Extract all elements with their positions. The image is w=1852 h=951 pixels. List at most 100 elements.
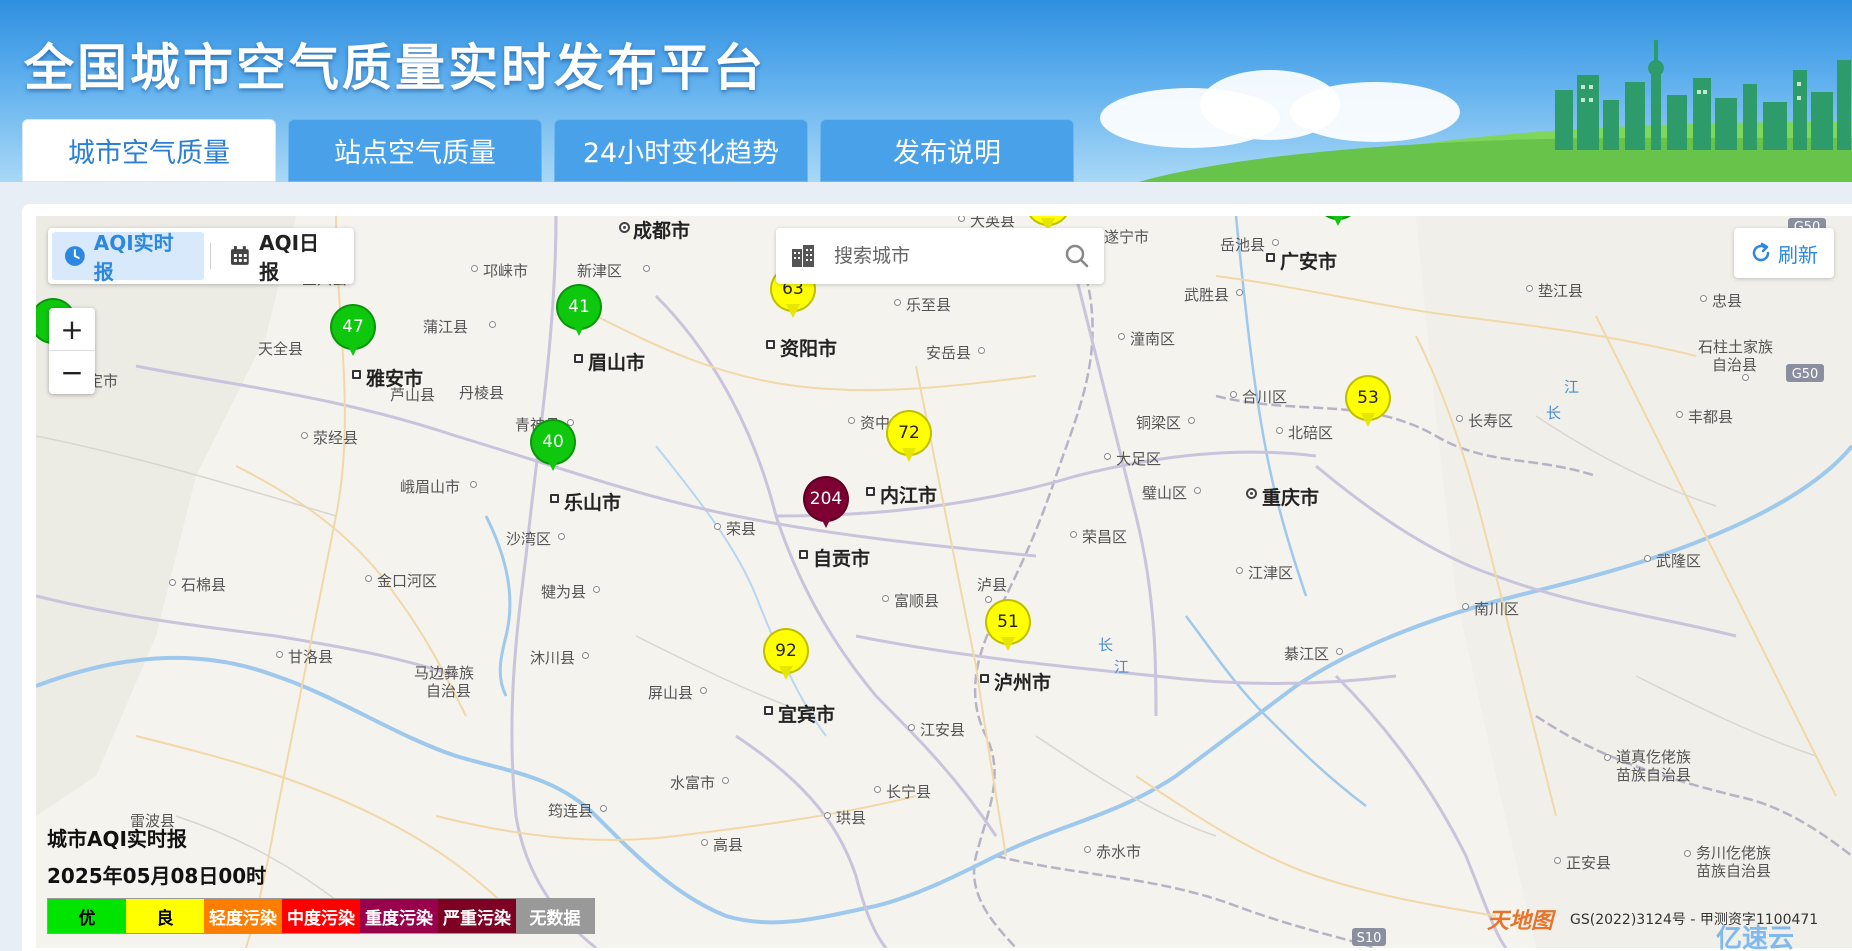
city-dot-icon	[766, 340, 775, 349]
map-canvas[interactable]: G50 G50 S10 成都市 雅安市 眉山市 资阳市 乐山市 内江市 自贡市 …	[36, 216, 1852, 948]
aqi-marker-chongqing[interactable]: 53	[1345, 375, 1391, 433]
mode-daily-button[interactable]: AQI日报	[217, 231, 350, 284]
county-dot-icon	[558, 533, 565, 540]
city-dot-icon	[866, 487, 875, 496]
county-label: 岳池县	[1220, 234, 1279, 255]
aqi-marker-guangan[interactable]: 45	[1315, 216, 1361, 232]
city-name: 成都市	[633, 220, 691, 242]
city-label: 眉山市	[574, 348, 645, 375]
county-dot-icon	[908, 724, 915, 731]
tab-city-air-quality[interactable]: 城市空气质量	[22, 119, 276, 182]
county-dot-icon	[276, 651, 283, 658]
county-dot-icon	[1104, 453, 1111, 460]
county-label: 富顺县	[882, 590, 939, 611]
city-dot-icon	[1266, 253, 1275, 262]
river-label: 江	[1114, 658, 1130, 676]
county-label: 垫江县	[1526, 280, 1583, 301]
aqi-marker-neijiang[interactable]: 72	[886, 410, 932, 468]
county-dot-icon	[1272, 239, 1279, 246]
refresh-icon	[1752, 242, 1770, 262]
county-label: 新津区	[577, 260, 650, 281]
county-label: 丹棱县	[459, 384, 505, 402]
county-dot-icon	[1070, 531, 1077, 538]
city-dot-icon	[980, 674, 989, 683]
county-dot-icon	[471, 265, 478, 272]
county-dot-icon	[1336, 648, 1343, 655]
county-dot-icon	[169, 579, 176, 586]
county-dot-icon	[1456, 415, 1463, 422]
aqi-marker-yibin[interactable]: 92	[763, 628, 809, 686]
marker-tail-icon	[786, 304, 800, 318]
aqi-marker-luzhou[interactable]: 51	[985, 599, 1031, 657]
county-dot-icon	[593, 586, 600, 593]
calendar-icon	[231, 246, 250, 265]
city-dot-icon	[352, 370, 361, 379]
county-label: 泸县	[977, 574, 1007, 603]
search-icon[interactable]	[1064, 243, 1090, 269]
watermark: 亿速云	[1716, 924, 1795, 951]
site-title: 全国城市空气质量实时发布平台	[24, 39, 766, 97]
city-label: 重庆市	[1246, 483, 1320, 510]
mode-realtime-button[interactable]: AQI实时报	[52, 231, 205, 284]
county-dot-icon	[1118, 333, 1125, 340]
county-label: 沙湾区	[506, 528, 565, 549]
legend-level: 无数据	[516, 899, 594, 933]
road-code-label: G50	[1792, 367, 1819, 382]
map-base-layer: G50 G50 S10	[36, 216, 1852, 948]
zoom-in-button[interactable]: +	[49, 308, 95, 351]
city-label: 广安市	[1266, 247, 1338, 274]
river-label: 江	[1564, 378, 1580, 396]
county-dot-icon	[1194, 487, 1201, 494]
city-name: 泸州市	[994, 672, 1052, 694]
legend-time: 2025年05月08日00时	[47, 864, 267, 888]
marker-tail-icon	[902, 448, 916, 462]
main-nav: 城市空气质量 站点空气质量 24小时变化趋势 发布说明	[22, 119, 1074, 182]
county-dot-icon	[1236, 567, 1243, 574]
road-code-label: S10	[1357, 931, 1382, 946]
county-label: 丰都县	[1676, 406, 1733, 427]
county-label: 武隆区	[1644, 550, 1701, 571]
county-label: 芦山县	[390, 386, 436, 404]
city-name: 广安市	[1280, 251, 1338, 273]
marker-tail-icon	[819, 514, 833, 528]
aqi-marker-leshan[interactable]: 40	[530, 419, 576, 477]
legend-level: 重度污染	[360, 899, 438, 933]
county-dot-icon	[1700, 295, 1707, 302]
aqi-marker-zigong[interactable]: 204	[803, 476, 849, 534]
aqi-marker-meishan[interactable]: 41	[556, 284, 602, 342]
city-name: 内江市	[880, 485, 938, 507]
tab-release-notes[interactable]: 发布说明	[820, 119, 1074, 182]
city-label: 宜宾市	[764, 700, 835, 727]
county-label: 铜梁区	[1136, 412, 1195, 433]
city-name: 重庆市	[1262, 487, 1320, 509]
search-input[interactable]	[834, 236, 1054, 276]
county-dot-icon	[848, 417, 855, 424]
legend-level: 轻度污染	[204, 899, 282, 933]
buildings-icon	[792, 245, 814, 267]
refresh-button[interactable]: 刷新	[1734, 228, 1834, 278]
county-dot-icon	[722, 777, 729, 784]
legend-title: 城市AQI实时报	[47, 827, 187, 851]
city-name: 资阳市	[780, 338, 838, 360]
refresh-label: 刷新	[1778, 242, 1818, 267]
county-label: 天全县	[258, 340, 304, 358]
county-label: 合川区	[1230, 386, 1287, 407]
marker-tail-icon	[346, 342, 360, 356]
tab-station-air-quality[interactable]: 站点空气质量	[288, 119, 542, 182]
city-label: 内江市	[866, 481, 938, 508]
county-label: 长宁县	[874, 781, 931, 802]
marker-tail-icon	[546, 457, 560, 471]
city-search-box	[776, 228, 1104, 284]
aqi-marker-yaan[interactable]: 47	[330, 304, 376, 362]
county-dot-icon	[1604, 754, 1611, 761]
county-dot-icon	[1084, 846, 1091, 853]
county-label: 自治县	[1712, 354, 1757, 381]
county-label: 自治县	[426, 682, 472, 700]
county-label: 江安县	[908, 719, 965, 740]
county-label: 南川区	[1462, 598, 1519, 619]
county-label: 峨眉山市	[400, 476, 477, 497]
county-dot-icon	[1644, 555, 1651, 562]
tab-24h-trend[interactable]: 24小时变化趋势	[554, 119, 808, 182]
county-label: 甘洛县	[276, 646, 333, 667]
zoom-out-button[interactable]: −	[49, 351, 95, 394]
